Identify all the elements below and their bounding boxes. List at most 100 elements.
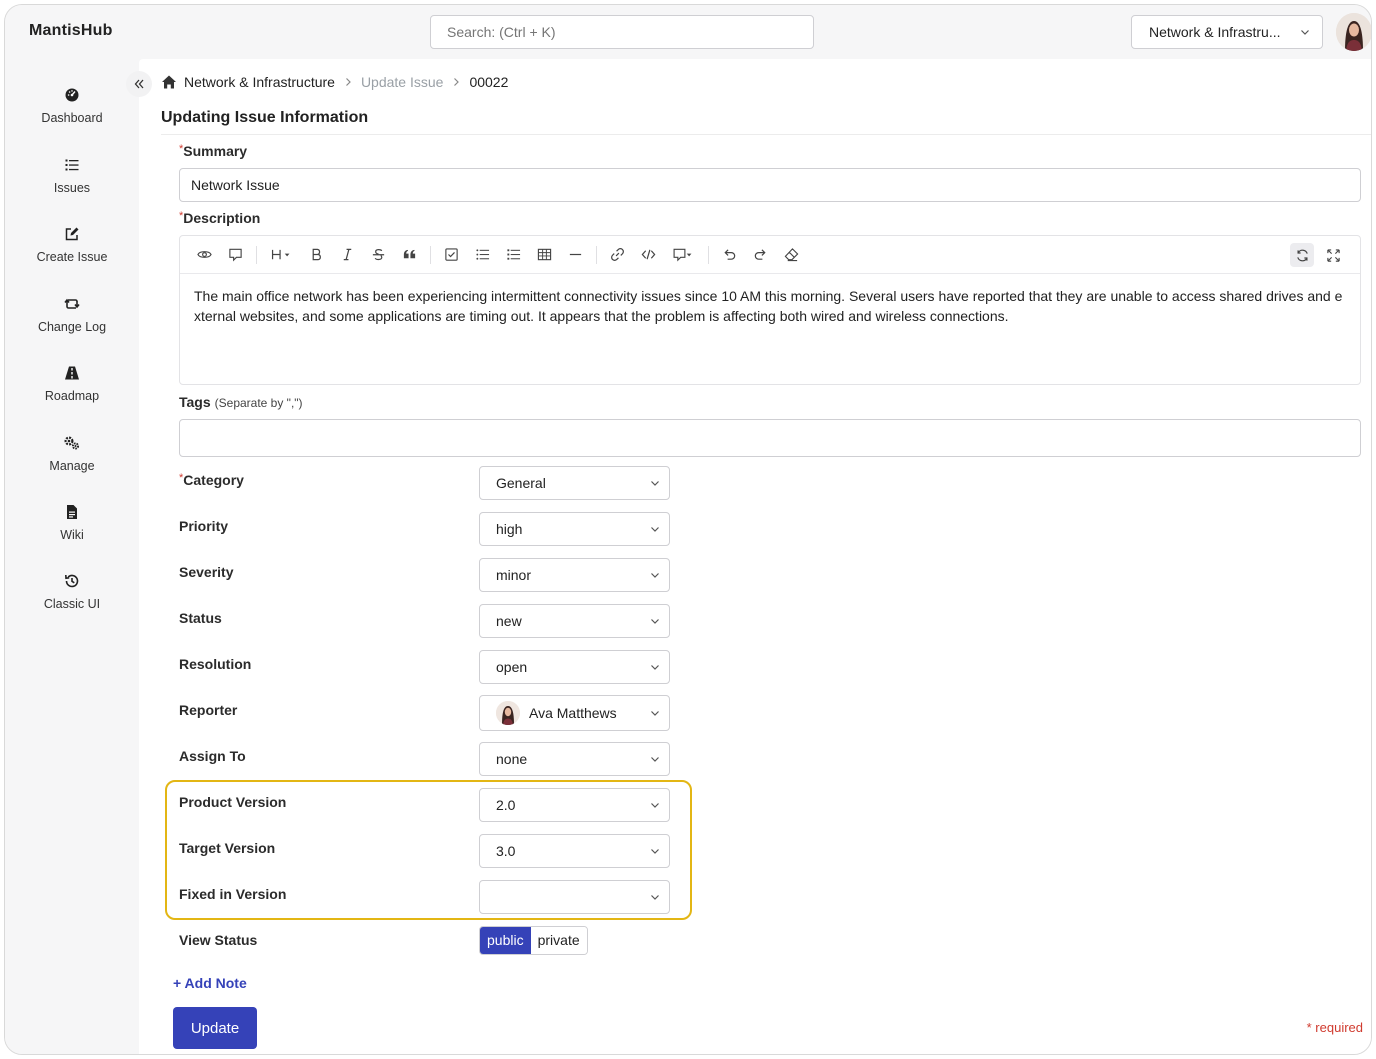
toolbar-divider [708,245,709,264]
comment-dropdown-icon [673,248,692,262]
bullet-list-button[interactable] [470,243,494,267]
chevron-down-icon [651,665,659,670]
sidebar-item-dashboard[interactable]: Dashboard [5,87,139,125]
target-version-select[interactable]: 3.0 [479,834,670,868]
summary-label: *Summary [179,143,247,159]
redo-button[interactable] [748,243,772,267]
top-bar: MantisHub Network & Infrastru... [5,5,1371,59]
product-version-label: Product Version [179,794,287,810]
bold-icon [312,248,321,261]
view-status-private[interactable]: private [530,927,587,954]
home-icon[interactable] [161,74,177,90]
sidebar-item-label: Issues [53,181,91,195]
sidebar-item-issues[interactable]: Issues [5,157,139,195]
history-icon [65,574,79,588]
table-button[interactable] [532,243,556,267]
road-icon [65,366,79,380]
description-text-area[interactable]: The main office network has been experie… [194,286,1348,326]
bold-button[interactable] [304,243,328,267]
view-status-public[interactable]: public [480,927,531,954]
sidebar-item-roadmap[interactable]: Roadmap [5,365,139,403]
fixed-in-version-select[interactable] [479,880,670,914]
numbered-list-button[interactable] [501,243,525,267]
search-input[interactable] [430,15,814,49]
chevron-down-icon [651,527,659,532]
insert-comment-button[interactable] [667,243,699,267]
category-label-text: Category [183,472,244,488]
comment-icon [228,248,242,262]
category-select[interactable]: General [479,466,670,500]
brand-logo[interactable]: MantisHub [29,22,113,40]
sidebar-item-change-log[interactable]: Change Log [5,296,139,334]
sidebar-item-label: Change Log [37,320,107,334]
side-preview-button[interactable] [223,243,247,267]
priority-label: Priority [179,518,229,534]
preview-button[interactable] [192,243,216,267]
eye-icon [196,251,212,258]
redo-icon [754,249,766,260]
sidebar-item-label: Wiki [60,528,84,542]
sidebar-item-label: Dashboard [41,111,103,125]
assign-to-select[interactable]: none [479,742,670,776]
sidebar-item-wiki[interactable]: Wiki [5,504,139,542]
status-value: new [496,613,522,629]
link-button[interactable] [605,243,629,267]
target-version-value: 3.0 [496,843,516,859]
heading-icon [271,249,290,260]
quote-button[interactable] [397,243,421,267]
summary-input[interactable] [179,168,1361,202]
user-avatar[interactable] [1336,13,1371,51]
chevron-right-icon [454,78,460,86]
strikethrough-button[interactable] [366,243,390,267]
product-version-value: 2.0 [496,797,516,813]
breadcrumb-issue-id: 00022 [469,74,509,90]
sidebar-item-create-issue[interactable]: Create Issue [5,226,139,264]
code-icon [641,249,655,260]
assign-to-label: Assign To [179,748,246,764]
breadcrumb-page-link[interactable]: Update Issue [361,74,444,90]
file-icon [67,505,77,519]
resolution-select[interactable]: open [479,650,670,684]
severity-label: Severity [179,564,234,580]
product-version-select[interactable]: 2.0 [479,788,670,822]
tags-label: Tags (Separate by ",") [179,394,303,410]
sync-icon [1296,249,1308,261]
checkbox-icon [444,248,458,261]
code-button[interactable] [636,243,660,267]
target-version-label: Target Version [179,840,276,856]
update-button[interactable]: Update [173,1007,257,1049]
breadcrumb-project-link[interactable]: Network & Infrastructure [184,74,335,90]
sync-scroll-button[interactable] [1290,243,1314,267]
description-label: *Description [179,210,260,226]
sidebar-collapse-button[interactable] [126,71,152,97]
horizontal-rule-button[interactable] [563,243,587,267]
chevron-down-icon [651,619,659,624]
project-selector[interactable]: Network & Infrastru... [1131,15,1323,49]
clear-format-button[interactable] [779,243,803,267]
fixed-in-version-label: Fixed in Version [179,886,287,902]
priority-select[interactable]: high [479,512,670,546]
undo-button[interactable] [717,243,741,267]
bullet-list-icon [475,249,489,260]
reporter-value: Ava Matthews [529,705,617,721]
reporter-select[interactable]: Ava Matthews [479,695,670,731]
heading-button[interactable] [265,243,297,267]
chevron-down-icon [1301,30,1309,35]
page-title: Updating Issue Information [161,109,369,126]
breadcrumb: Network & Infrastructure Update Issue 00… [161,74,508,90]
status-select[interactable]: new [479,604,670,638]
sidebar-item-manage[interactable]: Manage [5,435,139,473]
tags-input[interactable] [179,419,1361,457]
sidebar-item-label: Create Issue [36,250,108,264]
italic-button[interactable] [335,243,359,267]
chevron-down-icon [651,481,659,486]
chevron-right-icon [346,78,351,86]
fullscreen-button[interactable] [1321,243,1345,267]
severity-select[interactable]: minor [479,558,670,592]
add-note-link[interactable]: + Add Note [173,975,247,991]
task-list-button[interactable] [439,243,463,267]
project-selector-label: Network & Infrastru... [1149,24,1281,40]
assign-to-value: none [496,751,528,767]
eraser-icon [784,248,798,262]
sidebar-item-classic-ui[interactable]: Classic UI [5,573,139,611]
